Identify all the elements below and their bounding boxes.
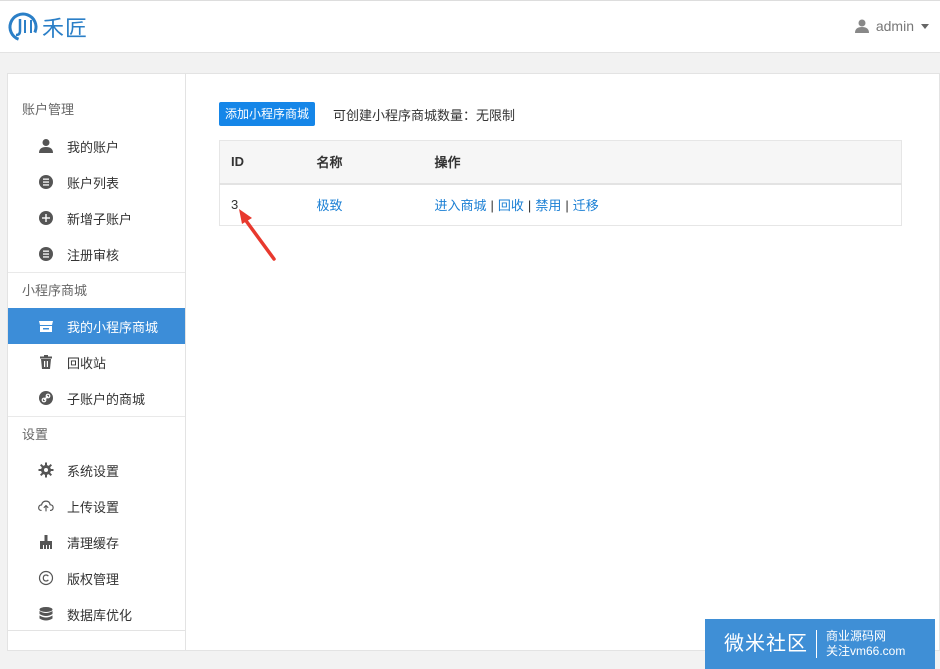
user-icon [854,19,869,33]
sidebar-section-account: 账户管理 [22,102,75,117]
sidebar-item-my-mini-store[interactable]: 我的小程序商城 [8,308,185,344]
sidebar-item-label: 新增子账户 [67,211,133,227]
store-icon [38,318,54,334]
store-actions: 进入商城 | 回收 | 禁用 | 迁移 [435,184,902,226]
sidebar-item-label: 我的账户 [67,139,120,155]
cloud-upload-icon [38,498,54,514]
database-icon [38,606,54,622]
sidebar: 账户管理 我的账户 账户列表 新增子账户 注册审核 小程序商城 我的小程序商城 … [8,74,186,650]
store-table: ID 名称 操作 3 极致 进入商城 | 回收 | 禁用 | 迁移 [219,140,902,226]
sidebar-item-label: 系统设置 [67,463,120,479]
sidebar-item-label: 数据库优化 [67,607,133,623]
sidebar-item-label: 版权管理 [67,571,120,587]
watermark-line-1: 商业源码网 [826,629,887,643]
column-header-name: 名称 [316,140,435,185]
sidebar-item-add-subaccount[interactable]: 新增子账户 [8,200,185,236]
sidebar-item-database-optimize[interactable]: 数据库优化 [8,596,185,632]
gear-icon [38,462,54,478]
list-icon [38,246,54,262]
sidebar-item-label: 清理缓存 [67,535,120,551]
sidebar-section-settings: 设置 [8,416,185,452]
disable-link[interactable]: 禁用 [535,198,561,213]
user-menu[interactable]: admin [854,18,929,34]
main-frame: 账户管理 我的账户 账户列表 新增子账户 注册审核 小程序商城 我的小程序商城 … [7,73,940,651]
link-icon [38,390,54,406]
sidebar-item-upload-settings[interactable]: 上传设置 [8,488,185,524]
watermark-line-2: 关注vm66.com [826,644,906,658]
sidebar-item-label: 子账户的商城 [67,391,146,407]
brush-icon [38,534,54,550]
sidebar-divider [8,630,186,631]
plus-circle-icon [38,210,54,226]
top-bar: 禾匠 admin [0,0,940,53]
action-separator: | [565,198,569,214]
action-separator: | [527,198,532,214]
sidebar-item-label: 回收站 [67,355,107,371]
list-icon [38,174,54,190]
sidebar-item-label: 我的小程序商城 [67,319,159,335]
table-header-row: ID 名称 操作 [219,140,902,185]
logo[interactable]: 禾匠 [7,11,88,43]
sidebar-item-registration-review[interactable]: 注册审核 [8,236,185,272]
add-mini-store-button[interactable]: 添加小程序商城 [219,102,316,126]
sidebar-item-label: 上传设置 [67,499,120,515]
sidebar-item-label: 注册审核 [67,247,120,263]
chevron-down-icon [921,23,929,29]
migrate-link[interactable]: 迁移 [573,198,599,213]
store-quota-text: 可创建小程序商城数量：无限制 [333,107,516,123]
sidebar-item-my-account[interactable]: 我的账户 [8,128,185,164]
store-name-link[interactable]: 极致 [317,198,343,213]
action-separator: | [490,198,494,214]
sidebar-item-account-list[interactable]: 账户列表 [8,164,185,200]
watermark-badge: 微米社区 商业源码网 关注vm66.com [705,619,935,669]
table-row: 3 极致 进入商城 | 回收 | 禁用 | 迁移 [220,184,902,226]
content-area: 添加小程序商城 可创建小程序商城数量：无限制 ID 名称 操作 3 极致 进入商… [186,74,939,650]
annotation-arrow-icon [239,209,276,261]
recycle-link[interactable]: 回收 [498,198,524,213]
enter-store-link[interactable]: 进入商城 [435,198,487,213]
logo-mark-icon [8,12,38,42]
watermark-site-name: 微米社区 [705,630,817,658]
column-header-actions: 操作 [434,140,902,185]
sidebar-item-subaccount-stores[interactable]: 子账户的商城 [8,380,185,416]
sidebar-item-clear-cache[interactable]: 清理缓存 [8,524,185,560]
copyright-icon [38,570,54,586]
brand-name: 禾匠 [42,17,89,42]
sidebar-item-label: 账户列表 [67,175,120,191]
sidebar-item-recycle-bin[interactable]: 回收站 [8,344,185,380]
sidebar-item-system-settings[interactable]: 系统设置 [8,452,185,488]
sidebar-section-mini-store: 小程序商城 [8,272,185,308]
sidebar-item-copyright[interactable]: 版权管理 [8,560,185,596]
user-icon [38,138,54,154]
toolbar: 添加小程序商城 可创建小程序商城数量：无限制 [219,102,515,126]
watermark-caption: 商业源码网 关注vm66.com [817,629,905,659]
column-header-id: ID [219,140,317,185]
trash-icon [38,354,54,370]
username: admin [875,18,914,34]
